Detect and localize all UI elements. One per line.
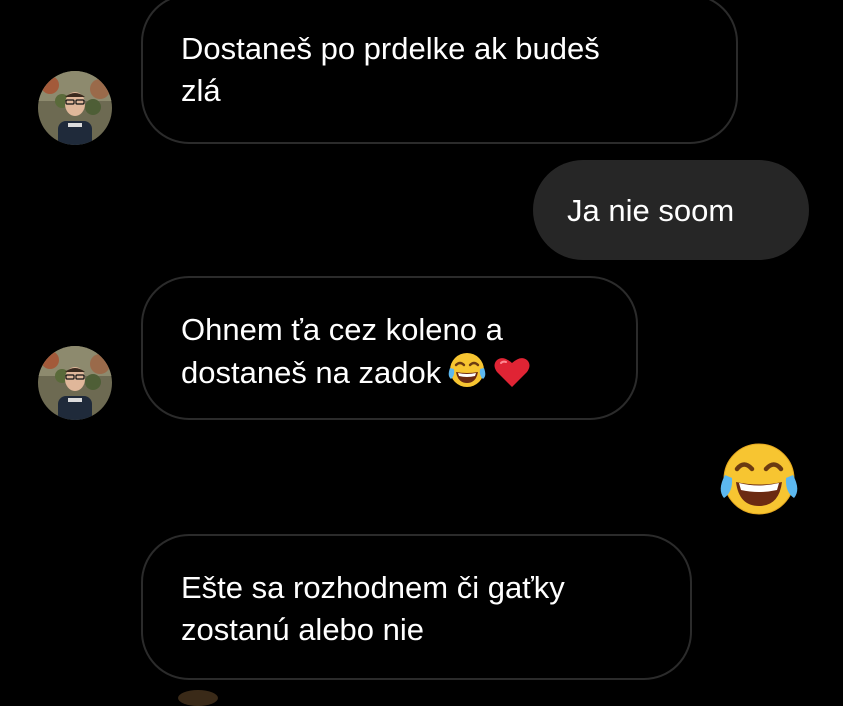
face-with-tears-of-joy-icon[interactable] <box>717 440 801 518</box>
received-message[interactable]: Dostaneš po prdelke ak budeš zlá <box>141 0 738 144</box>
message-text: dostaneš na zadok <box>181 355 442 390</box>
red-heart-icon <box>493 355 531 400</box>
received-message[interactable]: Ešte sa rozhodnem či gaťky zostanú alebo… <box>141 534 692 680</box>
message-text: zostanú alebo nie <box>181 612 425 647</box>
contact-avatar[interactable] <box>38 346 112 420</box>
message-text: Ja nie soom <box>567 193 735 228</box>
message-text: zlá <box>181 73 221 108</box>
message-text: Ohnem ťa cez koleno a <box>181 312 503 347</box>
partial-next-item <box>178 690 218 706</box>
sent-message[interactable]: Ja nie soom <box>533 160 809 260</box>
face-with-tears-of-joy-icon <box>447 351 487 400</box>
message-text: Dostaneš po prdelke ak budeš <box>181 31 600 66</box>
contact-avatar[interactable] <box>38 71 112 145</box>
received-message[interactable]: Ohnem ťa cez koleno a dostaneš na zadok <box>141 276 638 420</box>
message-text: Ešte sa rozhodnem či gaťky <box>181 570 565 605</box>
message-line: dostaneš na zadok <box>181 351 600 400</box>
